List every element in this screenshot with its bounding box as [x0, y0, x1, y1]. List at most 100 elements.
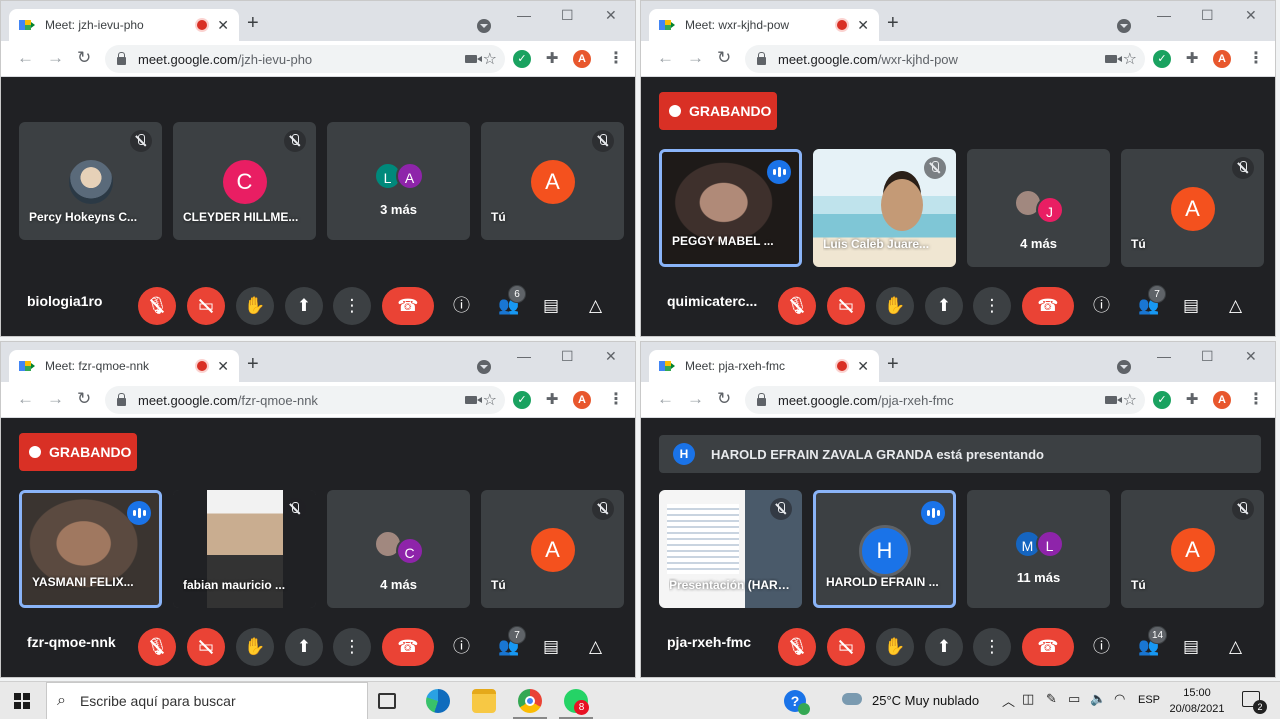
activities-icon[interactable]: △: [589, 638, 602, 656]
participant-tile[interactable]: C CLEYDER HILLME...: [173, 122, 316, 240]
people-icon[interactable]: 👥 7: [498, 626, 526, 656]
info-icon[interactable]: ⓘ: [1093, 638, 1110, 656]
extensions-puzzle-icon[interactable]: ✚: [1183, 50, 1201, 68]
minimize-window-button[interactable]: —: [517, 7, 531, 23]
address-bar[interactable]: meet.google.com/wxr-kjhd-pow ☆: [745, 45, 1145, 73]
browser-menu-icon[interactable]: ⋮: [607, 50, 625, 68]
close-tab-icon[interactable]: ✕: [217, 358, 229, 375]
present-screen-button[interactable]: ⬆: [925, 628, 963, 666]
file-explorer-icon[interactable]: [472, 689, 496, 713]
camera-permission-icon[interactable]: [465, 396, 482, 404]
maximize-window-button[interactable]: ☐: [561, 7, 574, 24]
raise-hand-button[interactable]: ✋: [876, 287, 914, 325]
reload-icon[interactable]: ↻: [77, 390, 91, 408]
battery-icon[interactable]: ▭: [1068, 691, 1080, 707]
cloudy-weather-icon[interactable]: [842, 688, 862, 705]
raise-hand-button[interactable]: ✋: [236, 287, 274, 325]
info-icon[interactable]: ⓘ: [453, 638, 470, 656]
activities-icon[interactable]: △: [589, 297, 602, 315]
windows-start-icon[interactable]: [14, 693, 30, 709]
more-options-button[interactable]: ⋮: [973, 287, 1011, 325]
tab-search-icon[interactable]: [477, 360, 491, 374]
people-icon[interactable]: 👥 7: [1138, 285, 1166, 315]
leave-call-button[interactable]: ☎: [382, 628, 434, 666]
participant-tile[interactable]: Presentación (HAROLD E...: [659, 490, 802, 608]
bookmark-star-icon[interactable]: ☆: [483, 49, 497, 69]
activities-icon[interactable]: △: [1229, 297, 1242, 315]
microphone-toggle-button[interactable]: 🎙: [778, 287, 816, 325]
new-tab-button[interactable]: +: [887, 354, 899, 374]
extension-check-icon[interactable]: ✓: [513, 50, 531, 68]
participant-tile[interactable]: PEGGY MABEL ...: [659, 149, 802, 267]
extension-check-icon[interactable]: ✓: [513, 391, 531, 409]
minimize-window-button[interactable]: —: [517, 348, 531, 364]
participant-tile[interactable]: Luis Caleb Juare...: [813, 149, 956, 267]
task-view-icon[interactable]: [378, 693, 396, 709]
info-icon[interactable]: ⓘ: [453, 297, 470, 315]
participant-tile[interactable]: J 4 más: [967, 149, 1110, 267]
chat-icon[interactable]: ▤: [543, 297, 559, 315]
lock-icon[interactable]: [757, 51, 766, 65]
more-options-button[interactable]: ⋮: [333, 287, 371, 325]
new-tab-button[interactable]: +: [887, 13, 899, 33]
microphone-toggle-button[interactable]: 🎙: [138, 287, 176, 325]
address-bar[interactable]: meet.google.com/jzh-ievu-pho ☆: [105, 45, 505, 73]
bookmark-star-icon[interactable]: ☆: [483, 390, 497, 410]
system-clock[interactable]: 15:00 20/08/2021: [1168, 685, 1226, 717]
browser-tab[interactable]: Meet: wxr-kjhd-pow ✕: [649, 9, 879, 41]
back-arrow-icon[interactable]: ←: [657, 390, 674, 408]
camera-toggle-button[interactable]: ▭: [827, 628, 865, 666]
address-bar[interactable]: meet.google.com/fzr-qmoe-nnk ☆: [105, 386, 505, 414]
camera-toggle-button[interactable]: ▭: [187, 287, 225, 325]
minimize-window-button[interactable]: —: [1157, 348, 1171, 364]
maximize-window-button[interactable]: ☐: [1201, 348, 1214, 365]
participant-tile[interactable]: fabian mauricio ...: [173, 490, 316, 608]
browser-tab[interactable]: Meet: pja-rxeh-fmc ✕: [649, 350, 879, 382]
participant-tile[interactable]: LA3 más: [327, 122, 470, 240]
close-window-button[interactable]: ✕: [1245, 348, 1257, 365]
close-tab-icon[interactable]: ✕: [217, 17, 229, 34]
people-icon[interactable]: 👥 14: [1138, 626, 1168, 656]
input-language[interactable]: ESP: [1138, 694, 1160, 706]
extension-check-icon[interactable]: ✓: [1153, 391, 1171, 409]
microphone-toggle-button[interactable]: 🎙: [778, 628, 816, 666]
participant-tile[interactable]: H HAROLD EFRAIN ...: [813, 490, 956, 608]
back-arrow-icon[interactable]: ←: [17, 49, 34, 67]
edge-browser-icon[interactable]: [426, 689, 450, 713]
chat-icon[interactable]: ▤: [1183, 297, 1199, 315]
present-screen-button[interactable]: ⬆: [285, 628, 323, 666]
lock-icon[interactable]: [757, 392, 766, 406]
participant-tile[interactable]: M L 11 más: [967, 490, 1110, 608]
browser-menu-icon[interactable]: ⋮: [607, 391, 625, 409]
leave-call-button[interactable]: ☎: [1022, 628, 1074, 666]
notifications-icon[interactable]: 2: [1242, 691, 1267, 714]
chrome-browser-icon[interactable]: [518, 689, 542, 713]
raise-hand-button[interactable]: ✋: [876, 628, 914, 666]
camera-toggle-button[interactable]: ▭: [827, 287, 865, 325]
reload-icon[interactable]: ↻: [77, 49, 91, 67]
participant-tile[interactable]: C 4 más: [327, 490, 470, 608]
show-hidden-icons-chevron-icon[interactable]: ︿: [1002, 691, 1015, 710]
browser-menu-icon[interactable]: ⋮: [1247, 391, 1265, 409]
back-arrow-icon[interactable]: ←: [657, 49, 674, 67]
activities-icon[interactable]: △: [1229, 638, 1242, 656]
weather-text[interactable]: 25°C Muy nublado: [872, 693, 979, 708]
meet-tray-icon[interactable]: ◫: [1022, 691, 1034, 707]
new-tab-button[interactable]: +: [247, 13, 259, 33]
minimize-window-button[interactable]: —: [1157, 7, 1171, 23]
help-icon[interactable]: ?: [784, 690, 810, 715]
camera-permission-icon[interactable]: [465, 55, 482, 63]
profile-avatar[interactable]: A: [573, 50, 591, 68]
more-options-button[interactable]: ⋮: [973, 628, 1011, 666]
forward-arrow-icon[interactable]: →: [687, 49, 704, 67]
close-tab-icon[interactable]: ✕: [857, 358, 869, 375]
close-window-button[interactable]: ✕: [605, 348, 617, 365]
maximize-window-button[interactable]: ☐: [561, 348, 574, 365]
tab-search-icon[interactable]: [477, 19, 491, 33]
present-screen-button[interactable]: ⬆: [925, 287, 963, 325]
bookmark-star-icon[interactable]: ☆: [1123, 49, 1137, 69]
taskbar-search-box[interactable]: ⌕ Escribe aquí para buscar: [46, 682, 368, 719]
recording-badge[interactable]: GRABANDO: [19, 433, 137, 471]
back-arrow-icon[interactable]: ←: [17, 390, 34, 408]
bookmark-star-icon[interactable]: ☆: [1123, 390, 1137, 410]
